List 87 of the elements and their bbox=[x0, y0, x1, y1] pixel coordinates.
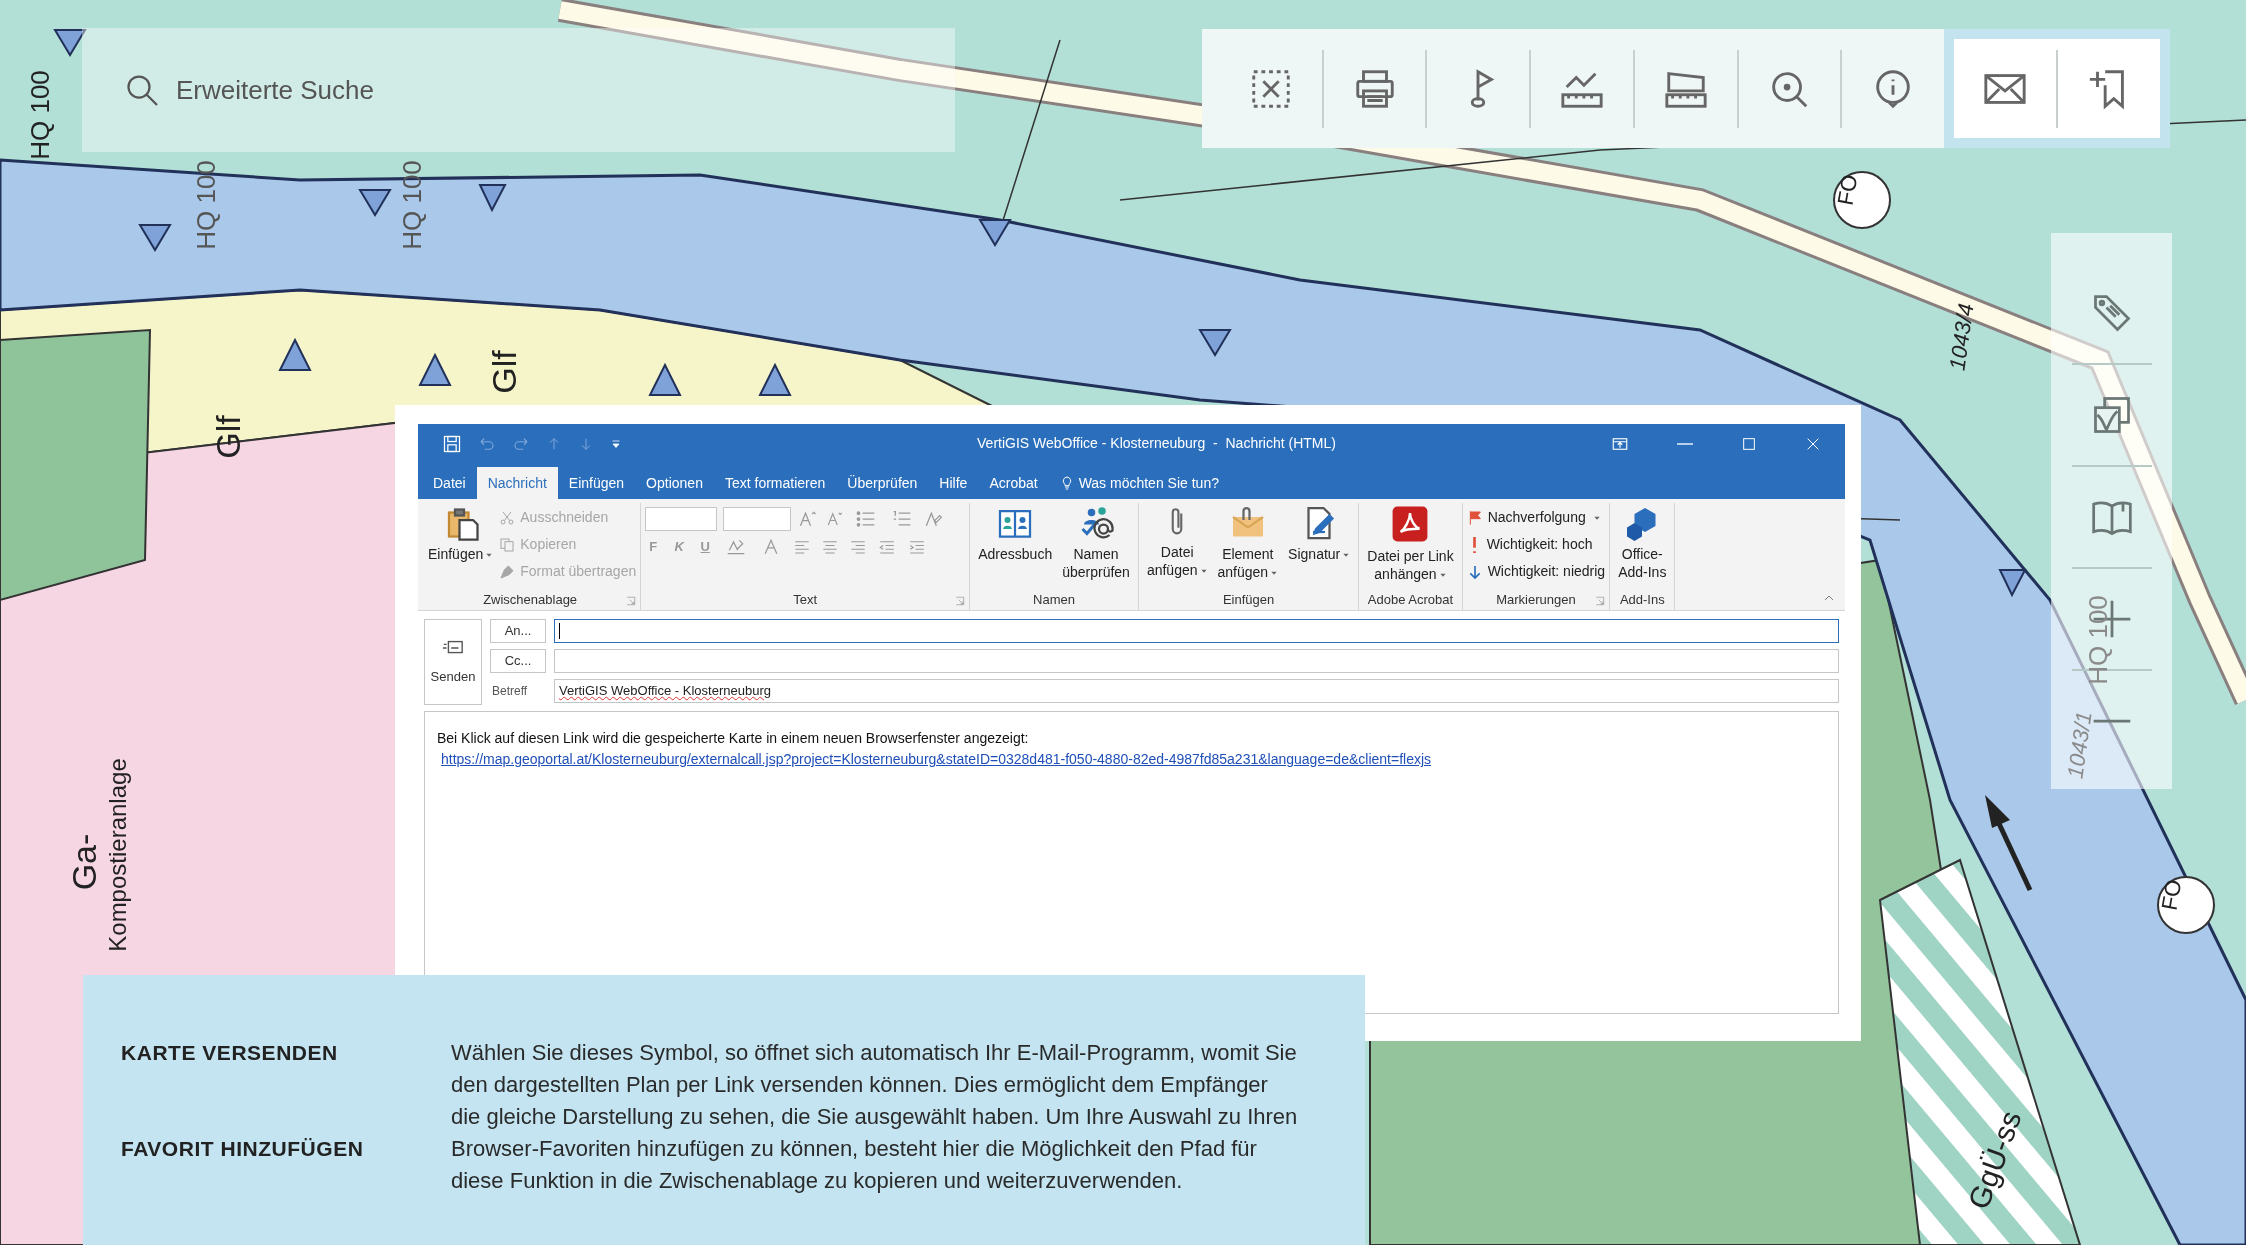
ribbon-group-label: Text bbox=[793, 591, 818, 610]
link[interactable]: https://map.geoportal.at/Klosterneuburg/externalcall.jsp?project=Klosterneuburg&stateID=0328d481-f050-4880-82ed-4987fd85a231&language=de&client=flexjs bbox=[437, 748, 1826, 770]
triangle-marker bbox=[1998, 569, 2027, 598]
ribbon-tab[interactable]: Acrobat bbox=[978, 467, 1049, 499]
clear-format-icon bbox=[923, 509, 944, 529]
ribbon-group-label: Namen bbox=[1033, 591, 1075, 610]
triangle-marker bbox=[53, 29, 87, 57]
ribbon-small-button[interactable]: Nachverfolgung bbox=[1466, 505, 1606, 530]
ribbon-button[interactable]: Namen überprüfen bbox=[1058, 503, 1134, 581]
brush-icon bbox=[499, 563, 516, 580]
ribbon-group-label: Einfügen bbox=[1222, 591, 1275, 610]
circle-marker bbox=[1833, 171, 1891, 229]
ribbon-tab[interactable]: Text formatieren bbox=[713, 467, 837, 499]
customize-icon bbox=[610, 437, 622, 450]
ribbon-group-label: Zwischenablage bbox=[483, 591, 578, 610]
ribbon-tab[interactable]: Nachricht bbox=[476, 467, 558, 499]
map-label: FO bbox=[2158, 878, 2186, 912]
address-field[interactable] bbox=[554, 619, 1839, 643]
map-label: 1043/1 bbox=[2064, 710, 2096, 780]
ribbon-button[interactable]: Adressbuch bbox=[974, 503, 1057, 563]
address-field[interactable]: VertiGIS WebOffice - Klosterneuburg bbox=[554, 679, 1839, 703]
map-label: Ga- bbox=[67, 833, 101, 891]
ribbon-button[interactable]: Datei per Link anhängen bbox=[1363, 503, 1458, 583]
ribbon-tab[interactable]: Hilfe bbox=[928, 467, 979, 499]
ribbon-button[interactable]: Einfügen bbox=[424, 503, 498, 563]
map-label: HQ 100 bbox=[2085, 595, 2111, 685]
maximize-icon bbox=[1741, 435, 1757, 452]
triangle-marker bbox=[1198, 329, 1232, 357]
address-button[interactable]: An... bbox=[490, 619, 546, 643]
map-label: Kompostieranlage bbox=[106, 758, 130, 952]
triangle-marker bbox=[138, 224, 172, 252]
circle-marker bbox=[2157, 876, 2215, 934]
align-right-icon bbox=[849, 538, 868, 556]
exclamation-icon bbox=[1471, 536, 1477, 553]
ribbon-tab[interactable]: Überprüfen bbox=[836, 467, 929, 499]
section-heading: KARTE VERSENDEN bbox=[121, 1040, 339, 1066]
ribbon-button[interactable]: Datei anfügen bbox=[1142, 503, 1212, 579]
align-center-icon bbox=[821, 538, 840, 556]
save-icon bbox=[442, 433, 462, 454]
copy-icon bbox=[499, 536, 516, 553]
pdf-icon bbox=[1391, 505, 1430, 543]
triangle-marker bbox=[648, 362, 682, 396]
triangle-marker bbox=[758, 362, 792, 396]
ribbon-button[interactable]: Element anfügen bbox=[1213, 503, 1283, 581]
ribbon-tab[interactable]: Datei bbox=[422, 467, 477, 499]
address-field[interactable] bbox=[554, 649, 1839, 673]
map-label: HQ 100 bbox=[193, 160, 219, 250]
dialog-launcher-icon bbox=[626, 596, 637, 606]
triangle-marker bbox=[978, 219, 1012, 247]
dialog-launcher-icon bbox=[1595, 596, 1606, 606]
ribbon-group-label: Add-Ins bbox=[1619, 591, 1665, 610]
ribbon-tab[interactable]: Einfügen bbox=[557, 467, 636, 499]
map-label: Glf bbox=[211, 415, 245, 459]
search-field[interactable]: Erweiterte Suche bbox=[176, 70, 776, 110]
align-left-icon bbox=[793, 538, 812, 556]
map-label: HQ 100 bbox=[399, 160, 425, 250]
ribbon-small-button[interactable]: Wichtigkeit: hoch bbox=[1466, 532, 1606, 557]
scissors-icon bbox=[499, 509, 516, 526]
font-name-field[interactable] bbox=[645, 507, 718, 531]
field-label: Betreff bbox=[491, 683, 529, 700]
map-label: HQ 100 bbox=[27, 70, 53, 160]
ribbon-group-label: Adobe Acrobat bbox=[1367, 591, 1454, 610]
address-button[interactable]: Cc... bbox=[490, 649, 546, 673]
map-label: Glf bbox=[487, 350, 521, 394]
ribbon-tab[interactable]: Optionen bbox=[635, 467, 714, 499]
section-heading: FAVORIT HINZUFÜGEN bbox=[121, 1136, 365, 1162]
subject-text: VertiGIS WebOffice - Klosterneuburg bbox=[559, 682, 771, 701]
map-label: 1043/4 bbox=[1946, 302, 1978, 372]
font-size-field[interactable] bbox=[723, 507, 792, 531]
triangle-marker bbox=[418, 352, 452, 386]
send-button[interactable]: Senden bbox=[424, 619, 482, 705]
ribbon-button[interactable]: Signatur bbox=[1284, 503, 1355, 563]
dialog-launcher-icon bbox=[955, 596, 966, 606]
map-label: FO bbox=[1834, 173, 1862, 207]
ribbon-small-button[interactable]: Wichtigkeit: niedrig bbox=[1466, 559, 1606, 584]
ribbon-button[interactable]: Office- Add-Ins bbox=[1614, 503, 1671, 581]
triangle-marker bbox=[278, 337, 312, 371]
ribbon-group-label: Markierungen bbox=[1496, 591, 1576, 610]
map-label: GgÜ-ss bbox=[1963, 1107, 2027, 1213]
body-text: Bei Klick auf diesen Link wird die gespeicherte Karte in einem neuen Browserfenster angezeigt: bbox=[437, 729, 1030, 748]
minimize-icon bbox=[1677, 442, 1693, 445]
triangle-marker bbox=[358, 189, 392, 217]
description-text: Wählen Sie dieses Symbol, so öffnet sich automatisch Ihr E-Mail-Programm, womit Sie den dargestellten Plan per Link versenden können. Dies ermöglicht dem Empfänger die gleiche Darstellung zu sehen, die Sie ausgewählt haben. Um Ihre Auswahl zu Ihren Browser-Favoriten hinzufügen zu können, besteht hier die Möglichkeit den Pfad für diese Funktion in die Zwischenablage zu kopieren und weiterzuverwenden. bbox=[451, 1039, 1299, 1195]
triangle-marker bbox=[478, 184, 507, 213]
search-icon bbox=[124, 72, 160, 108]
window-title: VertiGIS WebOffice - Klosterneuburg - Nachricht (HTML) bbox=[976, 434, 1337, 453]
tell-me-button[interactable]: Was möchten Sie tun? bbox=[1048, 467, 1229, 499]
